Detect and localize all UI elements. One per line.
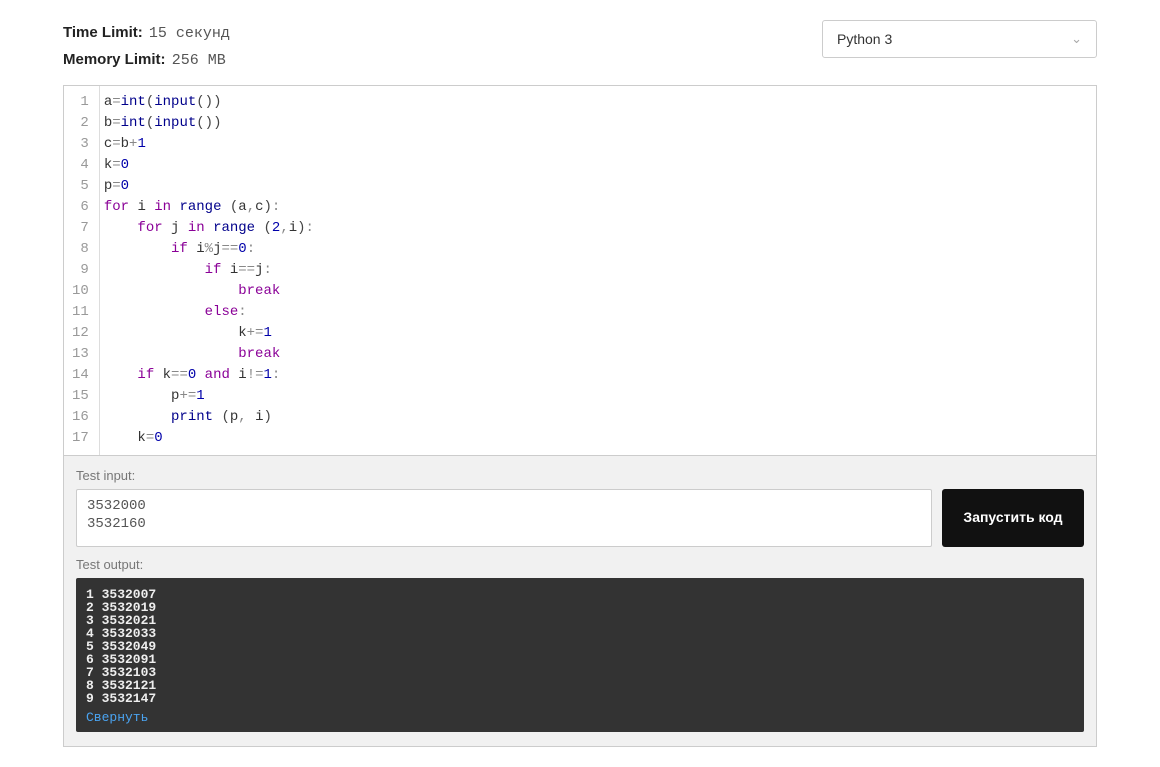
test-output-box: 1 3532007 2 3532019 3 3532021 4 3532033 … xyxy=(76,578,1084,732)
code-editor-panel: 1234567891011121314151617 a=int(input())… xyxy=(63,85,1097,747)
test-input-label: Test input: xyxy=(76,468,1084,483)
memory-limit-label: Memory Limit: xyxy=(63,51,166,68)
line-number-gutter: 1234567891011121314151617 xyxy=(64,86,100,455)
time-limit-label: Time Limit: xyxy=(63,24,143,41)
test-output-label: Test output: xyxy=(76,557,1084,572)
test-output-text: 1 3532007 2 3532019 3 3532021 4 3532033 … xyxy=(86,588,1074,705)
chevron-down-icon: ⌄ xyxy=(1071,31,1082,47)
language-selected: Python 3 xyxy=(837,31,892,47)
run-code-button[interactable]: Запустить код xyxy=(942,489,1084,547)
test-section: Test input: Запустить код Test output: 1… xyxy=(64,455,1096,746)
test-input[interactable] xyxy=(76,489,932,547)
collapse-link[interactable]: Свернуть xyxy=(86,711,148,724)
language-select[interactable]: Python 3 ⌄ xyxy=(822,20,1097,58)
memory-limit-value: 256 MB xyxy=(172,52,226,69)
time-limit-value: 15 секунд xyxy=(149,25,230,42)
limits: Time Limit: 15 секунд Memory Limit: 256 … xyxy=(63,20,230,73)
code-editor[interactable]: a=int(input())b=int(input())c=b+1k=0p=0f… xyxy=(100,86,1096,455)
